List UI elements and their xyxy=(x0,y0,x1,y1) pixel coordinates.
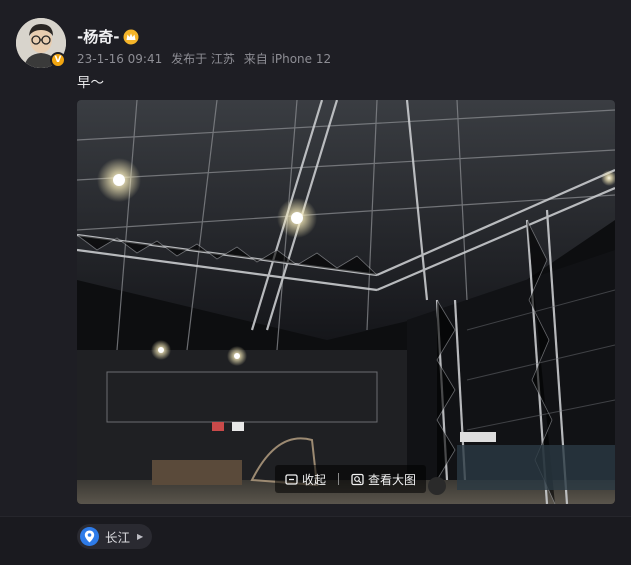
overlay-divider xyxy=(338,473,340,485)
post-meta: 23-1-16 09:41 发布于 江苏 来自 iPhone 12 xyxy=(77,50,336,67)
arrow-right-icon: ▶ xyxy=(137,532,144,541)
post-text: 早～ xyxy=(77,75,104,91)
card-divider xyxy=(0,516,631,517)
post-photo[interactable]: 收起 查看大图 xyxy=(77,100,615,504)
view-large-button[interactable]: 查看大图 xyxy=(351,471,416,488)
location-pin-icon xyxy=(80,527,99,546)
post-device[interactable]: 来自 iPhone 12 xyxy=(244,52,331,66)
location-label: 长江 xyxy=(105,530,131,545)
view-large-label: 查看大图 xyxy=(368,472,417,487)
zoom-icon xyxy=(351,473,364,486)
studio-photo-image xyxy=(77,100,615,504)
location-tag[interactable]: 长江 ▶ xyxy=(77,524,153,549)
collapse-label: 收起 xyxy=(302,472,327,487)
weibo-post-card: V -杨奇- 23-1-16 09:41 发布于 江苏 来自 iPhone 12… xyxy=(0,0,631,516)
photo-overlay-bar: 收起 查看大图 xyxy=(275,465,427,493)
verified-icon: V xyxy=(50,52,66,68)
post-timestamp[interactable]: 23-1-16 09:41 xyxy=(77,52,162,66)
collapse-button[interactable]: 收起 xyxy=(285,471,326,488)
post-region: 发布于 江苏 xyxy=(171,52,235,66)
collapse-icon xyxy=(285,473,298,486)
username-text[interactable]: -杨奇- xyxy=(77,26,119,47)
crown-icon xyxy=(123,29,139,45)
username[interactable]: -杨奇- xyxy=(77,26,139,47)
